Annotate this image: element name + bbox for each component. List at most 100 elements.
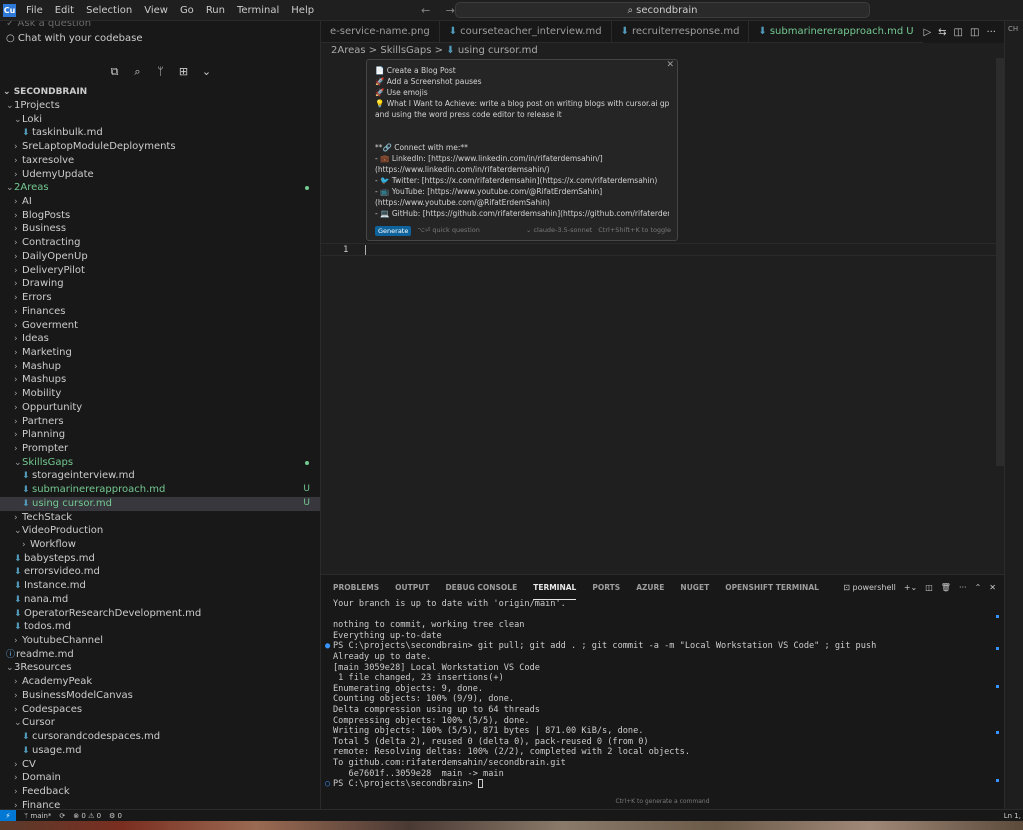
tree-file[interactable]: ⬇ storageinterview.md <box>0 469 320 483</box>
tree-file[interactable]: ⬇ submarinererapproach.md U <box>0 483 320 497</box>
tree-folder[interactable]: ⌄VideoProduction <box>0 524 320 538</box>
tree-folder[interactable]: › TechStack <box>0 511 320 525</box>
menu-run[interactable]: Run <box>200 5 231 16</box>
trash-icon[interactable]: 🗑 <box>941 583 951 592</box>
close-panel-icon[interactable]: ✕ <box>989 583 996 592</box>
menu-view[interactable]: View <box>138 5 174 16</box>
tree-folder[interactable]: ⌄2Areas <box>0 181 320 195</box>
tree-file[interactable]: ⬇ usage.md <box>0 744 320 758</box>
editor-scrollbar[interactable] <box>996 58 1004 466</box>
compare-icon[interactable]: ⇆ <box>938 27 946 38</box>
tree-folder[interactable]: › Planning <box>0 428 320 442</box>
tree-folder[interactable]: › Codespaces <box>0 703 320 717</box>
tree-folder[interactable]: › Marketing <box>0 346 320 360</box>
tree-folder[interactable]: › Feedback <box>0 785 320 799</box>
search-icon[interactable]: ⌕ <box>131 65 144 79</box>
quick-question-hint[interactable]: ⌥⏎ quick question <box>417 225 480 236</box>
remote-button[interactable]: ⚡ <box>0 809 16 822</box>
extensions-icon[interactable]: ⊞ <box>177 65 190 79</box>
new-terminal-icon[interactable]: +⌄ <box>904 583 917 592</box>
tree-file[interactable]: ⬇ taskinbulk.md <box>0 126 320 140</box>
tree-folder[interactable]: › BusinessModelCanvas <box>0 689 320 703</box>
menu-edit[interactable]: Edit <box>49 5 80 16</box>
tree-folder[interactable]: › Errors <box>0 291 320 305</box>
tree-folder[interactable]: › Workflow <box>0 538 320 552</box>
more-actions-icon[interactable]: ··· <box>986 27 996 38</box>
tree-folder[interactable]: › BlogPosts <box>0 209 320 223</box>
chevron-down-icon[interactable]: ⌄ <box>200 65 213 79</box>
close-icon[interactable]: ✕ <box>666 60 674 71</box>
menu-terminal[interactable]: Terminal <box>231 5 285 16</box>
menu-file[interactable]: File <box>20 5 49 16</box>
tree-folder[interactable]: › taxresolve <box>0 154 320 168</box>
tree-folder[interactable]: › Drawing <box>0 277 320 291</box>
ports-indicator[interactable]: ⚙ 0 <box>109 812 122 820</box>
editor-tab[interactable]: ⬇ courseteacher_interview.md <box>439 21 612 42</box>
tree-folder[interactable]: › Oppurtunity <box>0 401 320 415</box>
tree-folder[interactable]: › Finance <box>0 799 320 809</box>
menu-selection[interactable]: Selection <box>80 5 138 16</box>
tree-file[interactable]: ⓘreadme.md <box>0 648 320 662</box>
preview-icon[interactable]: ◫ <box>954 27 963 38</box>
chat-panel-label[interactable]: CH <box>1005 21 1023 33</box>
tree-folder[interactable]: › DeliveryPilot <box>0 264 320 278</box>
tree-file[interactable]: ⬇ errorsvideo.md <box>0 565 320 579</box>
tree-folder[interactable]: ⌄Cursor <box>0 716 320 730</box>
breadcrumb-part-areas[interactable]: 2Areas <box>331 45 366 56</box>
tree-folder[interactable]: › AI <box>0 195 320 209</box>
panel-tab-azure[interactable]: AZURE <box>636 575 664 600</box>
tree-folder[interactable]: ⌄Loki <box>0 113 320 127</box>
tree-file[interactable]: ⬇ Instance.md <box>0 579 320 593</box>
tree-folder[interactable]: › Partners <box>0 415 320 429</box>
panel-tab-debug-console[interactable]: DEBUG CONSOLE <box>445 575 517 600</box>
tree-folder[interactable]: › UdemyUpdate <box>0 168 320 182</box>
tree-folder[interactable]: › Prompter <box>0 442 320 456</box>
panel-tab-openshift-terminal[interactable]: OPENSHIFT TERMINAL <box>725 575 819 600</box>
prompt-text[interactable]: 📄 Create a Blog Post 🚀 Add a Screenshot p… <box>375 65 669 219</box>
panel-tab-terminal[interactable]: TERMINAL <box>533 575 577 600</box>
terminal-output[interactable]: Your branch is up to date with 'origin/m… <box>325 599 993 790</box>
breadcrumb-file[interactable]: using cursor.md <box>458 45 538 56</box>
editor-tab[interactable]: e-service-name.png <box>321 21 440 42</box>
ask-question-hint[interactable]: ✓ Ask a question <box>6 21 314 30</box>
tree-folder[interactable]: › Domain <box>0 771 320 785</box>
tree-folder[interactable]: › YoutubeChannel <box>0 634 320 648</box>
tree-file[interactable]: ⬇ using cursor.md U <box>0 496 320 511</box>
tree-folder[interactable]: › Business <box>0 222 320 236</box>
split-editor-icon[interactable]: ◫ <box>970 27 979 38</box>
tree-folder[interactable]: › Mobility <box>0 387 320 401</box>
tree-file[interactable]: ⬇ OperatorResearchDevelopment.md <box>0 607 320 621</box>
maximize-panel-icon[interactable]: ⌃ <box>975 583 982 592</box>
tree-file[interactable]: ⬇ nana.md <box>0 593 320 607</box>
tree-folder[interactable]: › CV <box>0 758 320 772</box>
tree-folder[interactable]: › Contracting <box>0 236 320 250</box>
inline-prompt-box[interactable]: ✕ 📄 Create a Blog Post 🚀 Add a Screenshot… <box>366 59 678 241</box>
tree-file[interactable]: ⬇ todos.md <box>0 620 320 634</box>
terminal-shell-label[interactable]: ⊡ powershell <box>843 583 896 592</box>
panel-tab-output[interactable]: OUTPUT <box>395 575 429 600</box>
split-terminal-icon[interactable]: ◫ <box>925 583 933 592</box>
chat-codebase-hint[interactable]: ○ Chat with your codebase <box>6 30 314 47</box>
files-icon[interactable]: ⧉ <box>108 65 121 79</box>
tree-folder[interactable]: ⌄SkillsGaps <box>0 456 320 470</box>
tree-folder[interactable]: › SreLaptopModuleDeployments <box>0 140 320 154</box>
cursor-position[interactable]: Ln 1, <box>1004 812 1021 820</box>
terminal-scrollbar[interactable] <box>995 601 999 796</box>
editor-tab[interactable]: ⬇ recruiterresponse.md <box>611 21 750 42</box>
tree-folder[interactable]: › Finances <box>0 305 320 319</box>
tree-folder[interactable]: › DailyOpenUp <box>0 250 320 264</box>
tree-folder[interactable]: › Ideas <box>0 332 320 346</box>
editor-tab[interactable]: ⬇ submarinererapproach.md U <box>749 21 924 42</box>
explorer-root-header[interactable]: ⌄ SECONDBRAIN <box>0 86 320 99</box>
tree-folder[interactable]: › Mashups <box>0 373 320 387</box>
source-control-icon[interactable]: ᛘ <box>154 65 167 79</box>
tree-file[interactable]: ⬇ cursorandcodespaces.md <box>0 730 320 744</box>
panel-tab-nuget[interactable]: NUGET <box>680 575 709 600</box>
breadcrumb-part-skillsgaps[interactable]: SkillsGaps <box>380 45 431 56</box>
more-icon[interactable]: ··· <box>959 583 967 592</box>
tree-folder[interactable]: ⌄1Projects <box>0 99 320 113</box>
tree-folder[interactable]: › Mashup <box>0 360 320 374</box>
generate-button[interactable]: Generate <box>375 225 412 236</box>
tree-folder[interactable]: ⌄3Resources <box>0 661 320 675</box>
sync-icon[interactable]: ⟳ <box>59 812 65 820</box>
